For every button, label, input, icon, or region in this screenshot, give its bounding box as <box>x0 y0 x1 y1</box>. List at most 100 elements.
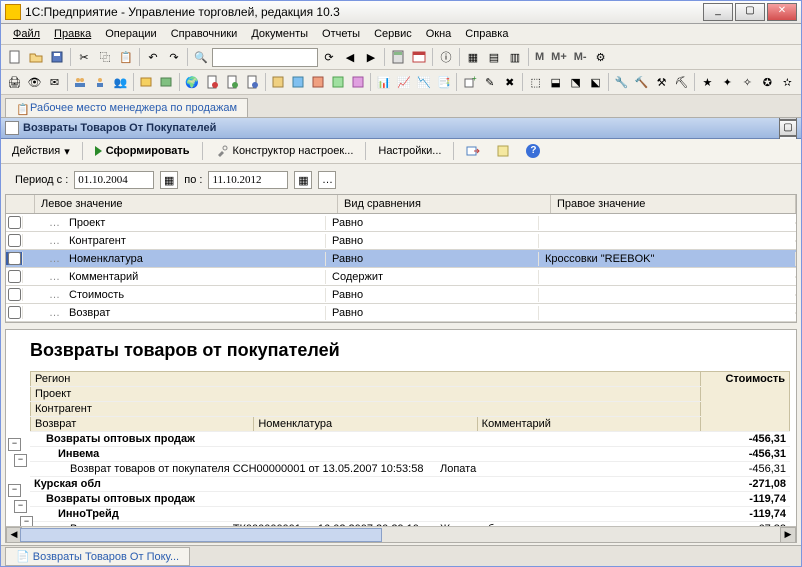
find-icon[interactable]: 🔍 <box>191 47 211 67</box>
print-icon[interactable]: 🖨 <box>5 72 24 92</box>
filter-right[interactable] <box>539 222 796 224</box>
report-row[interactable]: Возвраты оптовых продаж-456,31 <box>30 432 790 447</box>
filter-right[interactable] <box>539 294 796 296</box>
action-icon-5[interactable] <box>349 72 368 92</box>
filter-left[interactable]: …Комментарий <box>23 270 326 284</box>
date-from-picker[interactable]: ▦ <box>160 171 178 189</box>
scroll-right-icon[interactable]: ▶ <box>780 527 796 543</box>
filter-checkbox[interactable] <box>6 288 23 301</box>
tab-manager-workplace[interactable]: 📋Рабочее место менеджера по продажам <box>5 98 248 117</box>
undo-icon[interactable]: ↶ <box>143 47 163 67</box>
filter-header-cmp[interactable]: Вид сравнения <box>338 195 551 213</box>
report-row[interactable]: ИнноТрейд-119,74 <box>30 507 790 522</box>
filter-row[interactable]: …КонтрагентРавно <box>6 232 796 250</box>
close-button[interactable]: ✕ <box>767 3 797 21</box>
group-icon[interactable]: 👥 <box>111 72 130 92</box>
tool-icon-1[interactable]: 🔧 <box>612 72 631 92</box>
search-input[interactable] <box>212 48 318 67</box>
tree-collapse-3[interactable]: − <box>8 484 21 497</box>
extra-icon-5[interactable]: ✫ <box>778 72 797 92</box>
bottom-tab-returns[interactable]: 📄 Возвраты Товаров От Поку... <box>5 547 190 566</box>
open-icon[interactable] <box>26 47 46 67</box>
filter-row[interactable]: …СтоимостьРавно <box>6 286 796 304</box>
period-select-button[interactable]: … <box>318 171 336 189</box>
filter-right[interactable] <box>539 276 796 278</box>
menu-file[interactable]: Файл <box>7 26 46 42</box>
grid-icon[interactable]: ▦ <box>463 47 483 67</box>
redo-icon[interactable]: ↷ <box>164 47 184 67</box>
tool-icon-3[interactable]: ⚒ <box>652 72 671 92</box>
date-to-input[interactable] <box>208 171 288 189</box>
action-icon-4[interactable] <box>329 72 348 92</box>
menu-references[interactable]: Справочники <box>165 26 244 42</box>
report-row[interactable]: Возврат товаров от покупателя ССН0000000… <box>30 462 790 477</box>
filter-cmp[interactable]: Равно <box>326 288 539 302</box>
filter-cmp[interactable]: Равно <box>326 234 539 248</box>
yellow-folder-icon[interactable] <box>137 72 156 92</box>
tree-collapse-1[interactable]: − <box>8 438 21 451</box>
filter-row[interactable]: …КомментарийСодержит <box>6 268 796 286</box>
add-icon[interactable]: + <box>460 72 479 92</box>
search-fwd-icon[interactable]: ▶ <box>361 47 381 67</box>
filter-row[interactable]: …ПроектРавно <box>6 214 796 232</box>
actions-dropdown[interactable]: Действия ▾ <box>5 142 77 161</box>
m-button[interactable]: M <box>532 51 547 63</box>
filter-left[interactable]: …Контрагент <box>23 234 326 248</box>
filter-left[interactable]: …Стоимость <box>23 288 326 302</box>
filter-header-right[interactable]: Правое значение <box>551 195 796 213</box>
menu-operations[interactable]: Операции <box>99 26 162 42</box>
menu-windows[interactable]: Окна <box>420 26 458 42</box>
doc-max-button[interactable]: ▢ <box>779 120 797 136</box>
filter-right[interactable] <box>539 312 796 314</box>
filter-checkbox[interactable] <box>6 234 23 247</box>
form-icon[interactable]: ▤ <box>484 47 504 67</box>
filter-row[interactable]: …ВозвратРавно <box>6 304 796 322</box>
misc-icon-2[interactable]: ⬓ <box>546 72 565 92</box>
filter-cmp[interactable]: Равно <box>326 306 539 320</box>
settings-button[interactable]: Настройки... <box>371 142 448 160</box>
menu-documents[interactable]: Документы <box>245 26 314 42</box>
filter-cmp[interactable]: Содержит <box>326 270 539 284</box>
report-row[interactable]: Возвраты оптовых продаж-119,74 <box>30 492 790 507</box>
report-icon-1[interactable]: 📊 <box>374 72 393 92</box>
misc-icon-3[interactable]: ⬔ <box>566 72 585 92</box>
filter-left[interactable]: …Номенклатура <box>23 252 326 266</box>
extra-icon-1[interactable]: ★ <box>698 72 717 92</box>
minimize-button[interactable]: _ <box>703 3 733 21</box>
calendar-icon[interactable] <box>409 47 429 67</box>
report-icon-3[interactable]: 📉 <box>414 72 433 92</box>
search-go-icon[interactable]: ⟳ <box>319 47 339 67</box>
tree-collapse-4[interactable]: − <box>14 500 27 513</box>
m-plus-button[interactable]: M+ <box>548 51 570 63</box>
report-row[interactable]: Курская обл-271,08 <box>30 477 790 492</box>
info-icon[interactable]: ⓘ <box>436 47 456 67</box>
export-button[interactable] <box>459 141 487 161</box>
copy-icon[interactable]: ⿻ <box>95 47 115 67</box>
menu-reports[interactable]: Отчеты <box>316 26 366 42</box>
users-icon[interactable] <box>71 72 90 92</box>
menu-service[interactable]: Сервис <box>368 26 418 42</box>
edit-icon[interactable]: ✎ <box>480 72 499 92</box>
filter-checkbox[interactable] <box>6 270 23 283</box>
cut-icon[interactable]: ✂ <box>74 47 94 67</box>
doc-green-icon[interactable] <box>223 72 242 92</box>
calc-icon[interactable] <box>388 47 408 67</box>
report-row[interactable]: Инвема-456,31 <box>30 447 790 462</box>
extra-icon-3[interactable]: ✧ <box>738 72 757 92</box>
m-minus-button[interactable]: M- <box>571 51 590 63</box>
menu-edit[interactable]: Правка <box>48 26 97 42</box>
filter-row[interactable]: …НоменклатураРавноКроссовки "REEBOK" <box>6 250 796 268</box>
action-icon-2[interactable] <box>289 72 308 92</box>
tree-collapse-2[interactable]: − <box>14 454 27 467</box>
action-icon-1[interactable] <box>269 72 288 92</box>
scroll-thumb[interactable] <box>20 528 382 542</box>
save-icon[interactable] <box>47 47 67 67</box>
earth-icon[interactable]: 🌍 <box>183 72 202 92</box>
user-icon[interactable] <box>91 72 110 92</box>
search-back-icon[interactable]: ◀ <box>340 47 360 67</box>
report-icon-2[interactable]: 📈 <box>394 72 413 92</box>
extra-icon-4[interactable]: ✪ <box>758 72 777 92</box>
form-button[interactable]: Сформировать <box>88 142 197 160</box>
doc-red-icon[interactable] <box>203 72 222 92</box>
filter-cmp[interactable]: Равно <box>326 216 539 230</box>
